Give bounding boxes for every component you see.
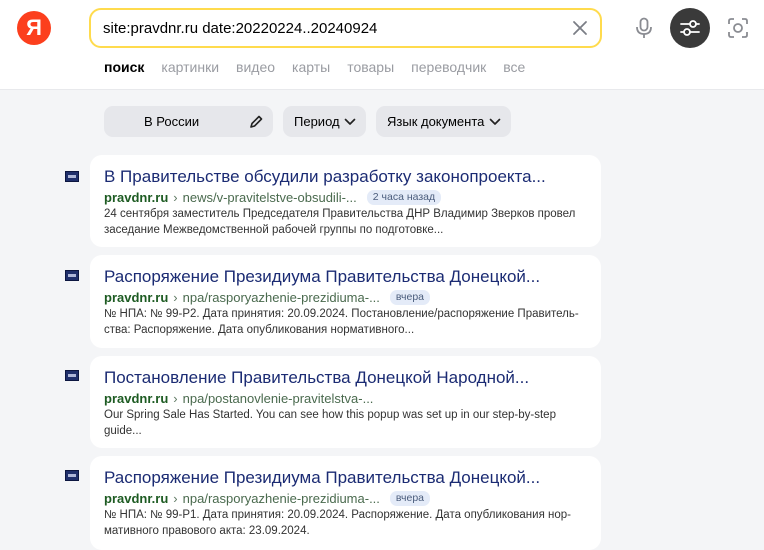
search-result: Распоряжение Президиума Правительства До… (90, 255, 601, 348)
clear-search-button[interactable] (569, 17, 591, 39)
search-tools-button[interactable] (670, 8, 710, 48)
region-filter[interactable]: В России (104, 106, 273, 137)
search-result: В Правительстве обсудили разработку зако… (90, 155, 601, 247)
result-title-link[interactable]: В Правительстве обсудили разработку зако… (104, 167, 546, 187)
pencil-icon (250, 115, 263, 128)
language-filter-label: Язык документа (387, 114, 485, 129)
breadcrumb-separator-icon: › (173, 390, 178, 406)
tab-search[interactable]: поиск (104, 59, 144, 79)
chevron-down-icon (489, 118, 501, 125)
voice-search-button[interactable] (627, 11, 661, 45)
search-box[interactable]: site:pravdnr.ru date:20220224..20240924 (89, 8, 602, 48)
result-snippet: № НПА: № 99-Р1. Дата принятия: 20.09.202… (104, 509, 571, 537)
search-result: Постановление Правительства Донецкой Нар… (90, 356, 601, 448)
language-filter[interactable]: Язык документа (376, 106, 511, 137)
result-path[interactable]: npa/rasporyazhenie-prezidiuma-... (183, 491, 380, 506)
result-time-badge: 2 часа назад (366, 189, 442, 205)
breadcrumb-separator-icon: › (173, 189, 178, 205)
site-favicon-icon (65, 171, 79, 182)
result-title-link[interactable]: Распоряжение Президиума Правительства До… (104, 267, 540, 287)
region-filter-label: В России (144, 114, 200, 129)
result-url[interactable]: pravdnr.ru › npa/rasporyazhenie-prezidiu… (104, 289, 431, 305)
result-path[interactable]: npa/postanovlenie-pravitelstva-... (183, 391, 374, 406)
microphone-icon (636, 17, 652, 38)
tab-images[interactable]: картинки (161, 59, 219, 79)
yandex-logo[interactable]: Я (17, 11, 51, 45)
period-filter-label: Период (294, 114, 340, 129)
tab-maps[interactable]: карты (292, 59, 330, 79)
result-url[interactable]: pravdnr.ru › npa/rasporyazhenie-prezidiu… (104, 490, 431, 506)
breadcrumb-separator-icon: › (173, 289, 178, 305)
site-favicon-icon (65, 370, 79, 381)
result-title-link[interactable]: Распоряжение Президиума Правительства До… (104, 468, 540, 488)
site-favicon-icon (65, 270, 79, 281)
result-url[interactable]: pravdnr.ru › news/v-pravitelstve-obsudil… (104, 189, 442, 205)
result-domain[interactable]: pravdnr.ru (104, 391, 168, 406)
chevron-down-icon (344, 118, 356, 125)
camera-lens-icon (728, 18, 748, 38)
tab-translator[interactable]: переводчик (411, 59, 486, 79)
result-path[interactable]: npa/rasporyazhenie-prezidiuma-... (183, 290, 380, 305)
search-tabs: поиск картинки видео карты товары перево… (104, 59, 542, 79)
header: Я site:pravdnr.ru date:20220224..2024092… (0, 0, 764, 90)
logo-letter: Я (26, 15, 42, 40)
tab-all[interactable]: все (503, 59, 525, 79)
result-domain[interactable]: pravdnr.ru (104, 491, 168, 506)
result-domain[interactable]: pravdnr.ru (104, 190, 168, 205)
search-result: Распоряжение Президиума Правительства До… (90, 456, 601, 550)
result-url[interactable]: pravdnr.ru › npa/postanovlenie-pravitels… (104, 390, 373, 406)
site-favicon-icon (65, 470, 79, 481)
result-snippet: 24 сентября заместитель Председателя Пра… (104, 208, 576, 236)
search-input[interactable]: site:pravdnr.ru date:20220224..20240924 (103, 20, 377, 37)
result-title-link[interactable]: Постановление Правительства Донецкой Нар… (104, 368, 529, 388)
sliders-icon (680, 20, 700, 36)
tab-products[interactable]: товары (347, 59, 394, 79)
breadcrumb-separator-icon: › (173, 490, 178, 506)
close-icon (573, 21, 587, 35)
result-time-badge: вчера (389, 289, 431, 305)
result-domain[interactable]: pravdnr.ru (104, 290, 168, 305)
period-filter[interactable]: Период (283, 106, 366, 137)
result-time-badge: вчера (389, 490, 431, 506)
result-path[interactable]: news/v-pravitelstve-obsudili-... (183, 190, 357, 205)
tab-video[interactable]: видео (236, 59, 275, 79)
result-snippet: Our Spring Sale Has Started. You can see… (104, 409, 556, 437)
image-search-button[interactable] (721, 11, 755, 45)
result-snippet: № НПА: № 99-Р2. Дата принятия: 20.09.202… (104, 308, 579, 336)
